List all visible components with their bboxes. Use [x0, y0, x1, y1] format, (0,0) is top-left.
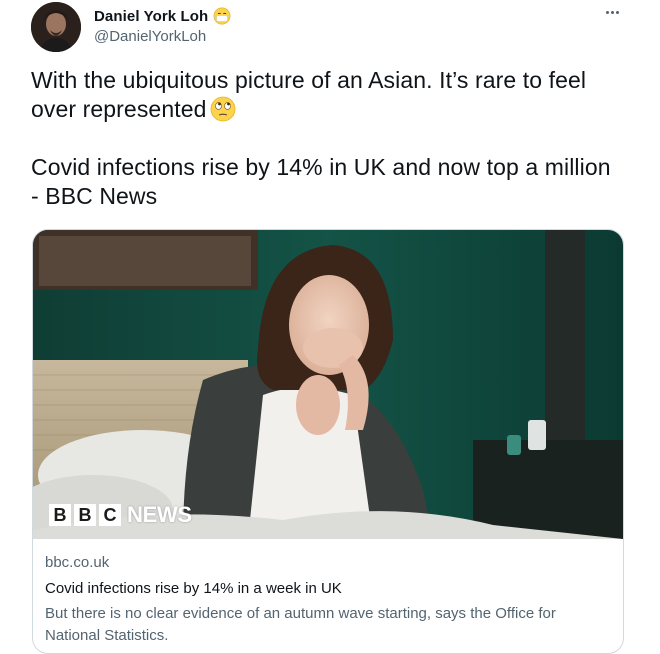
face-with-medical-mask-icon — [213, 7, 231, 25]
card-description: But there is no clear evidence of an aut… — [45, 605, 556, 644]
avatar[interactable] — [31, 2, 81, 52]
more-dot — [610, 10, 614, 14]
bbc-logo-news: NEWS — [127, 502, 192, 527]
avatar-photo — [31, 2, 81, 52]
card-title: Covid infections rise by 14% in a week i… — [45, 580, 342, 597]
card-domain: bbc.co.uk — [45, 554, 110, 571]
card-photo — [33, 230, 623, 539]
display-name[interactable]: Daniel York Loh — [94, 8, 208, 25]
tweet-text-1: With the ubiquitous picture of an Asian.… — [31, 67, 587, 122]
bbc-logo-c: C — [99, 504, 121, 526]
author-info: Daniel York Loh @DanielYorkLoh — [94, 6, 231, 45]
card-image[interactable]: B B C NEWS — [33, 230, 623, 539]
tweet-text: With the ubiquitous picture of an Asian.… — [31, 66, 611, 211]
tweet-text-line-2: Covid infections rise by 14% in UK and n… — [31, 154, 611, 209]
more-options-icon[interactable] — [600, 2, 624, 22]
display-name-row: Daniel York Loh — [94, 6, 231, 26]
handle[interactable]: @DanielYorkLoh — [94, 28, 231, 45]
tweet: Daniel York Loh @DanielYorkLoh With the … — [0, 0, 660, 654]
more-dot — [605, 10, 609, 14]
bbc-logo-b1: B — [49, 504, 71, 526]
more-dot — [615, 10, 619, 14]
bbc-news-logo: B B C NEWS — [49, 502, 192, 528]
face-with-rolling-eyes-icon — [211, 96, 236, 122]
tweet-text-line-1: With the ubiquitous picture of an Asian.… — [31, 66, 611, 124]
card-meta[interactable]: bbc.co.uk Covid infections rise by 14% i… — [45, 553, 615, 647]
link-card[interactable]: B B C NEWS bbc.co.uk Covid infections ri… — [32, 229, 624, 654]
bbc-logo-b2: B — [74, 504, 96, 526]
